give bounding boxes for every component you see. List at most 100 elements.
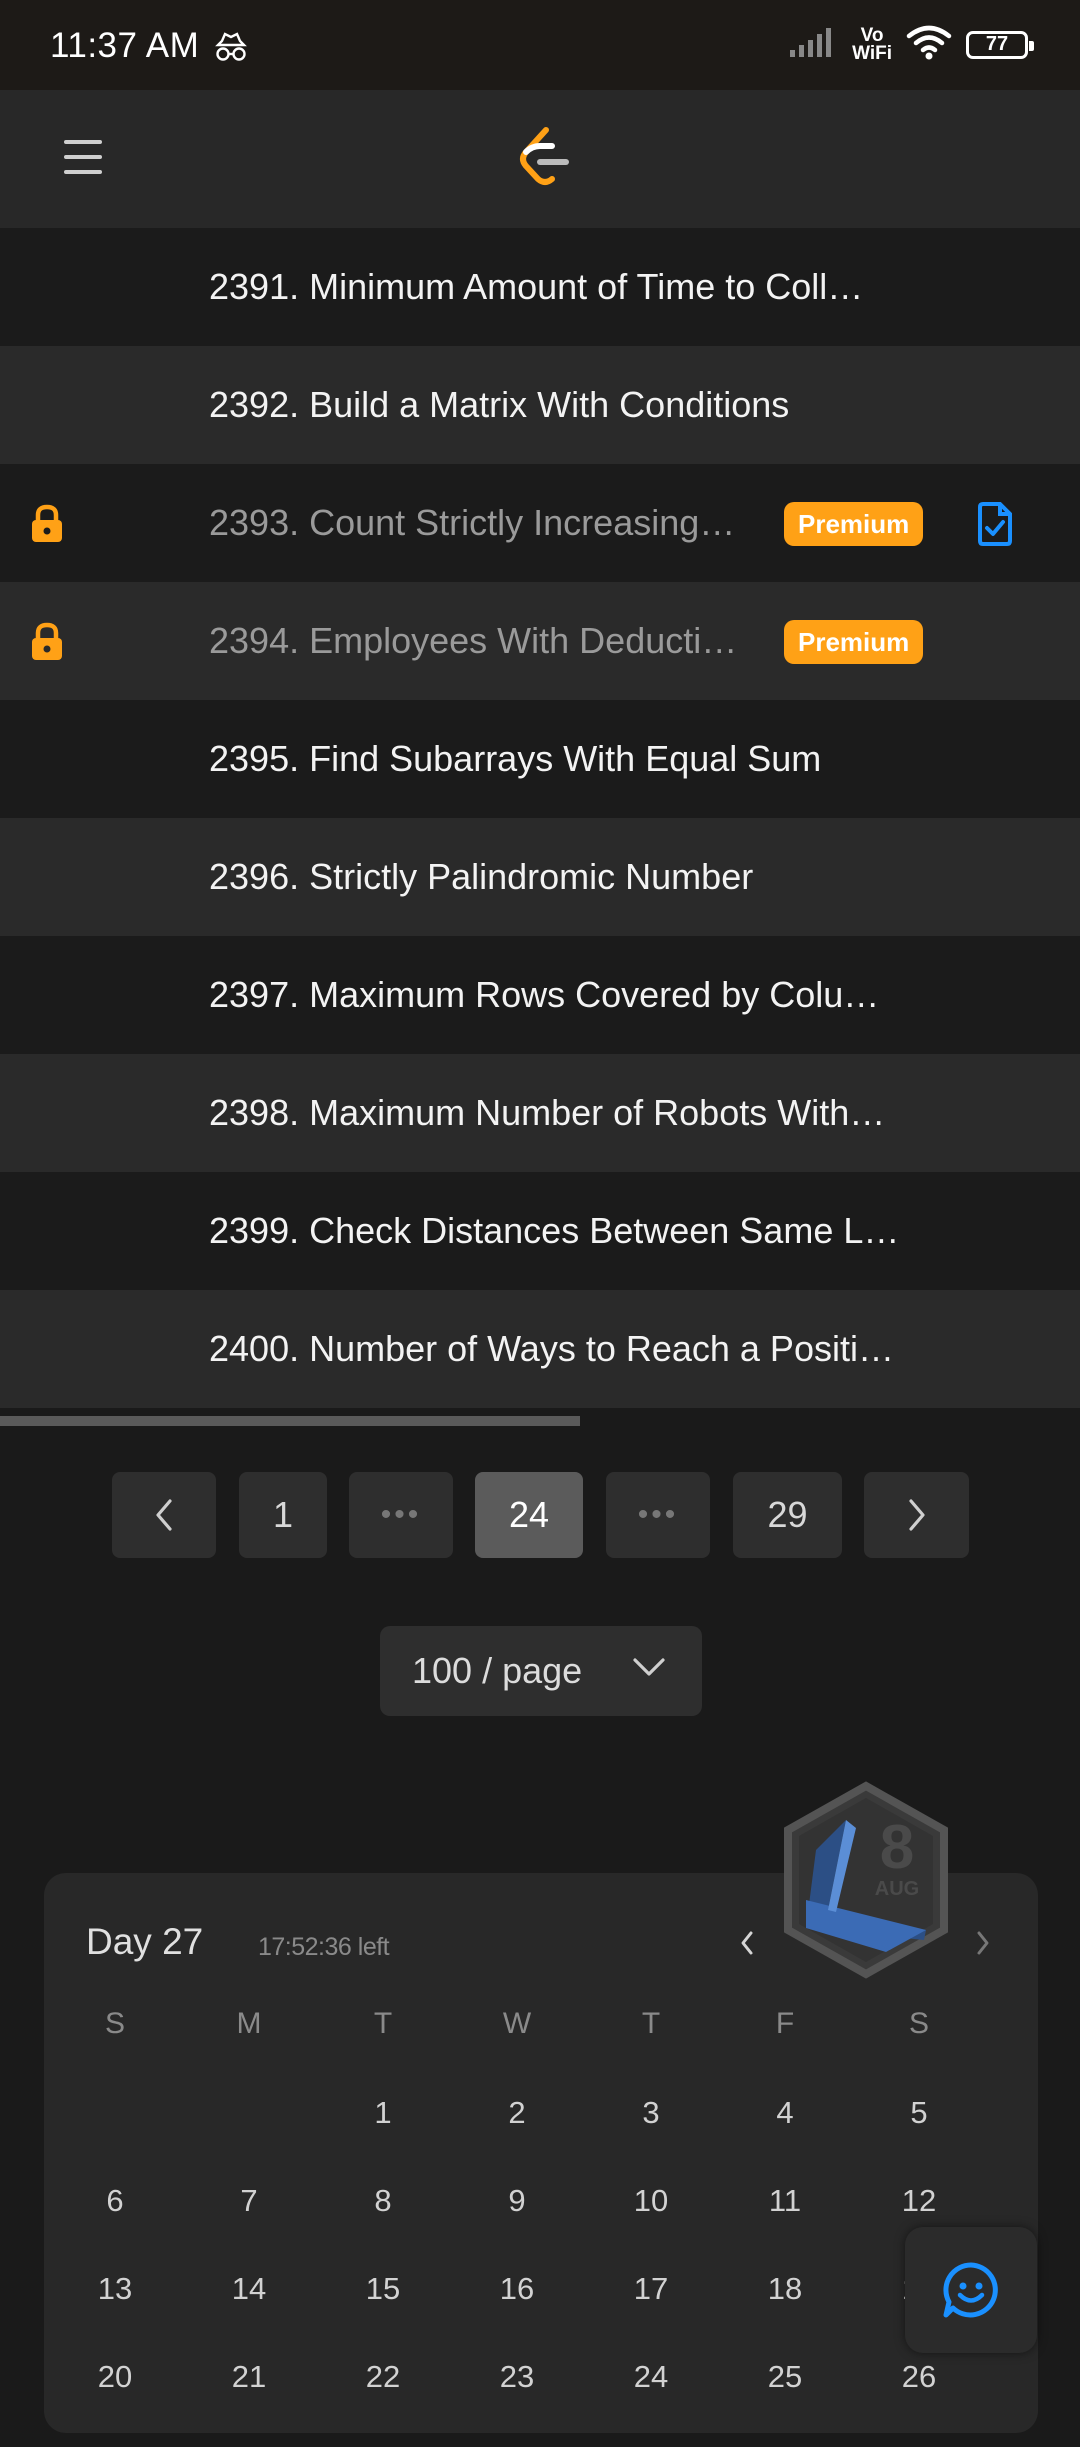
badge-number: 8 — [880, 1813, 914, 1882]
calendar-day[interactable]: 20 — [75, 2359, 155, 2395]
solution-document-icon[interactable] — [976, 501, 1014, 552]
vowifi-bottom: WiFi — [852, 42, 892, 64]
calendar-day[interactable]: 25 — [745, 2359, 825, 2395]
calendar-day[interactable]: 12 — [879, 2183, 959, 2219]
hamburger-menu-icon[interactable] — [64, 140, 102, 185]
calendar-day[interactable]: 22 — [343, 2359, 423, 2395]
problem-row[interactable]: 2398. Maximum Number of Robots With… — [0, 1054, 1080, 1172]
calendar-day[interactable]: 7 — [209, 2183, 289, 2219]
calendar-day[interactable]: 13 — [75, 2271, 155, 2307]
weekday-label: S — [908, 2007, 929, 2040]
problem-row[interactable]: 2395. Find Subarrays With Equal Sum — [0, 700, 1080, 818]
calendar-day[interactable]: 6 — [75, 2183, 155, 2219]
signal-icon — [788, 26, 838, 63]
calendar-weekday-row: S M T W T F S — [44, 2007, 1038, 2095]
problem-list: 2391. Minimum Amount of Time to Coll… 23… — [0, 228, 1080, 1408]
scrollbar-thumb[interactable] — [0, 1416, 580, 1426]
horizontal-scrollbar[interactable] — [0, 1416, 1080, 1426]
chevron-left-icon — [156, 1499, 172, 1531]
problem-title[interactable]: 2400. Number of Ways to Reach a Positi… — [209, 1328, 894, 1370]
problem-row[interactable]: 2399. Check Distances Between Same L… — [0, 1172, 1080, 1290]
weekday-label: W — [502, 2007, 532, 2040]
chevron-right-icon — [908, 1499, 925, 1531]
next-page-button[interactable] — [864, 1472, 969, 1558]
calendar-week-row: 20 21 22 23 24 25 26 — [44, 2359, 1038, 2447]
vowifi-indicator: Vo WiFi — [852, 24, 892, 64]
calendar-time-left: 17:52:36 left — [258, 1933, 390, 1961]
problem-title[interactable]: 2397. Maximum Rows Covered by Colu… — [209, 974, 879, 1016]
problem-row[interactable]: 2396. Strictly Palindromic Number — [0, 818, 1080, 936]
monthly-badge-icon[interactable]: 8 AUG — [776, 1780, 956, 1985]
problem-row[interactable]: 2400. Number of Ways to Reach a Positi… — [0, 1290, 1080, 1408]
calendar-day-label: Day 27 — [86, 1921, 204, 1962]
calendar-day[interactable]: 3 — [611, 2095, 691, 2131]
page-button-last[interactable]: 29 — [733, 1472, 842, 1558]
calendar-week-row: 6 7 8 9 10 11 12 — [44, 2183, 1038, 2271]
problem-title[interactable]: 2391. Minimum Amount of Time to Coll… — [209, 266, 863, 308]
calendar-day[interactable]: 24 — [611, 2359, 691, 2395]
problem-title[interactable]: 2392. Build a Matrix With Conditions — [209, 384, 789, 426]
chevron-right-icon — [977, 1931, 989, 1955]
badge-month: AUG — [875, 1878, 919, 1900]
problem-row[interactable]: 2394. Employees With Deducti… Premium — [0, 582, 1080, 700]
weekday-label: M — [236, 2007, 262, 2040]
calendar-day[interactable]: 16 — [477, 2271, 557, 2307]
page-ellipsis-left[interactable]: ••• — [349, 1472, 453, 1558]
premium-badge: Premium — [784, 502, 924, 546]
smiley-chat-icon — [943, 2262, 998, 2318]
status-bar: 11:37 AM Vo WiFi 77 — [0, 0, 1080, 90]
page-size-select[interactable]: 100 / page — [380, 1626, 702, 1716]
page-button-current[interactable]: 24 — [475, 1472, 583, 1558]
calendar-day[interactable]: 18 — [745, 2271, 825, 2307]
chevron-down-icon — [633, 1658, 665, 1676]
calendar-day[interactable]: 10 — [611, 2183, 691, 2219]
calendar-day[interactable]: 17 — [611, 2271, 691, 2307]
page-button-first[interactable]: 1 — [239, 1472, 327, 1558]
problem-title[interactable]: 2393. Count Strictly Increasing… — [209, 502, 735, 544]
premium-badge: Premium — [784, 620, 924, 664]
chevron-left-icon — [741, 1931, 753, 1955]
problem-row[interactable]: 2393. Count Strictly Increasing… Premium — [0, 464, 1080, 582]
calendar-day[interactable]: 11 — [745, 2183, 825, 2219]
problem-title[interactable]: 2398. Maximum Number of Robots With… — [209, 1092, 885, 1134]
weekday-label: S — [104, 2007, 125, 2040]
problem-row[interactable]: 2397. Maximum Rows Covered by Colu… — [0, 936, 1080, 1054]
problem-title[interactable]: 2399. Check Distances Between Same L… — [209, 1210, 899, 1252]
problem-title[interactable]: 2394. Employees With Deducti… — [209, 620, 737, 662]
prev-page-button[interactable] — [112, 1472, 216, 1558]
page-ellipsis-right[interactable]: ••• — [606, 1472, 710, 1558]
calendar-day[interactable]: 21 — [209, 2359, 289, 2395]
calendar-week-row: 13 14 15 16 17 18 19 — [44, 2271, 1038, 2359]
app-header — [0, 90, 1080, 228]
wifi-icon — [906, 24, 952, 65]
leetcode-logo-icon[interactable] — [516, 126, 570, 193]
vowifi-top: Vo — [860, 24, 884, 46]
pagination: 1 ••• 24 ••• 29 — [0, 1472, 1080, 1558]
problem-title[interactable]: 2396. Strictly Palindromic Number — [209, 856, 753, 898]
calendar-day[interactable]: 23 — [477, 2359, 557, 2395]
calendar-day[interactable]: 2 — [477, 2095, 557, 2131]
calendar-day[interactable]: 15 — [343, 2271, 423, 2307]
calendar-day[interactable]: 14 — [209, 2271, 289, 2307]
battery-level: 77 — [985, 33, 1009, 55]
calendar-day[interactable]: 8 — [343, 2183, 423, 2219]
calendar-day[interactable]: 1 — [343, 2095, 423, 2131]
status-time: 11:37 AM — [50, 26, 200, 65]
calendar-next-button[interactable] — [974, 1929, 992, 1962]
feedback-chat-button[interactable] — [905, 2227, 1037, 2353]
calendar-week-row: 1 2 3 4 5 — [44, 2095, 1038, 2183]
weekday-label: T — [373, 2007, 393, 2040]
problem-row[interactable]: 2391. Minimum Amount of Time to Coll… — [0, 228, 1080, 346]
weekday-label: F — [775, 2007, 795, 2040]
problem-row[interactable]: 2392. Build a Matrix With Conditions — [0, 346, 1080, 464]
problem-title[interactable]: 2395. Find Subarrays With Equal Sum — [209, 738, 821, 780]
calendar-day[interactable]: 5 — [879, 2095, 959, 2131]
incognito-icon — [214, 32, 248, 67]
calendar-prev-button[interactable] — [738, 1929, 756, 1962]
battery-icon: 77 — [966, 30, 1034, 59]
calendar-day[interactable]: 9 — [477, 2183, 557, 2219]
calendar-day[interactable]: 4 — [745, 2095, 825, 2131]
calendar-grid: S M T W T F S 1 2 3 4 5 6 7 8 9 10 11 12… — [44, 2007, 1038, 2447]
calendar-day[interactable]: 26 — [879, 2359, 959, 2395]
page-size-label: 100 / page — [412, 1650, 583, 1691]
